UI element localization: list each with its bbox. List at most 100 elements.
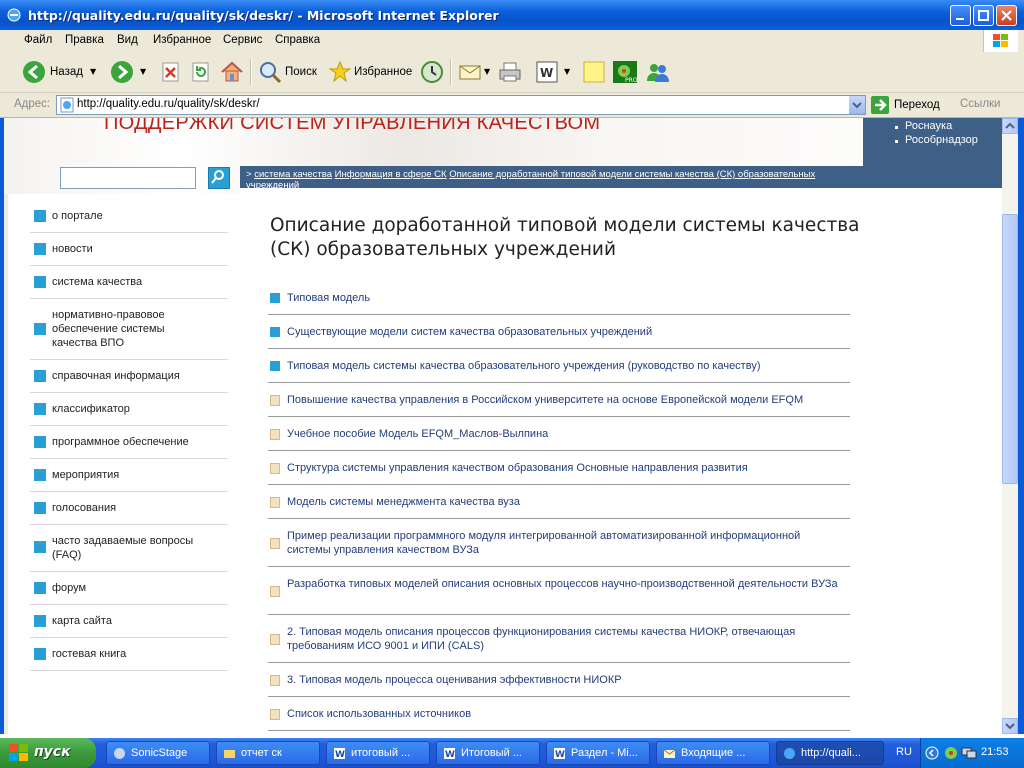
maximize-button[interactable] [973,5,994,26]
breadcrumb-link-info[interactable]: Информация в сфере СК [335,169,447,180]
svg-text:W: W [540,66,553,80]
document-icon [270,709,280,720]
list-item[interactable]: Список использованных источников [268,704,850,731]
edit-dropdown-icon[interactable]: ▼ [564,67,570,76]
list-item-label: Пример реализации программного модуля ин… [287,530,801,556]
back-button[interactable]: Назад ▼ [22,58,100,86]
svg-text:W: W [555,750,565,760]
back-dropdown-icon[interactable]: ▼ [90,67,96,76]
sidebar-item-software[interactable]: программное обеспечение [30,430,228,459]
breadcrumb-prefix: > [246,169,252,180]
print-button[interactable] [498,58,522,86]
sidebar-item-forum[interactable]: форум [30,576,228,605]
refresh-button[interactable] [190,58,212,86]
document-icon [270,395,280,406]
stop-icon [162,62,179,82]
sidebar-item-reference[interactable]: справочная информация [30,364,228,393]
task-folder[interactable]: отчет ск [216,741,320,765]
scroll-up-button[interactable] [1002,118,1018,134]
home-button[interactable] [220,58,244,86]
favorites-button[interactable]: Избранное [328,58,412,86]
stop-button[interactable] [160,58,182,86]
task-word-2[interactable]: W Итоговый ... [436,741,540,765]
task-word-3[interactable]: W Раздел - Mi... [546,741,650,765]
list-item[interactable]: 2. Типовая модель описания процессов фун… [268,622,850,663]
menu-favorites[interactable]: Избранное [153,34,211,46]
list-item[interactable]: 3. Типовая модель процесса оценивания эф… [268,670,850,697]
list-item[interactable]: Разработка типовых моделей описания осно… [268,574,850,615]
list-item[interactable]: Модель системы менеджмента качества вуза [268,492,850,519]
mail-button[interactable]: ▼ [458,58,492,86]
windows-logo-icon [983,30,1018,52]
task-sonicstage[interactable]: SonicStage [106,741,210,765]
language-indicator[interactable]: RU [896,746,912,758]
menu-view[interactable]: Вид [117,34,138,46]
history-button[interactable] [420,58,444,86]
breadcrumb-link-current[interactable]: Описание доработанной типовой модели сис… [449,169,815,180]
chevron-right-icon [34,648,46,660]
search-label: Поиск [285,66,317,78]
sidebar-item-about[interactable]: о портале [30,204,228,233]
minimize-button[interactable] [950,5,971,26]
sidebar-item-label: часто задаваемые вопросы (FAQ) [52,535,194,561]
printer-icon [499,62,521,82]
edit-word-button[interactable]: W ▼ [536,58,574,86]
tray-expand-icon[interactable] [925,746,939,760]
sidebar-item-quality-system[interactable]: система качества [30,270,228,299]
sidebar-item-legal[interactable]: нормативно-правовое обеспечение системы … [30,303,228,360]
list-item[interactable]: Типовая модель [268,288,850,315]
list-item[interactable]: Учебное пособие Модель EFQM_Маслов-Вылпи… [268,424,850,451]
menu-help[interactable]: Справка [275,34,320,46]
links-toolbar[interactable]: Ссылки [960,98,1001,110]
folder-arrow-icon [270,327,280,337]
forward-dropdown-icon[interactable]: ▼ [140,67,146,76]
task-label: отчет ск [241,747,282,759]
site-search-input[interactable] [60,167,196,189]
address-dropdown-button[interactable] [849,96,865,114]
svg-text:W: W [445,750,455,760]
chevron-right-icon [34,436,46,448]
task-ie-active[interactable]: http://quali... [776,741,884,765]
menu-tools[interactable]: Сервис [223,34,262,46]
icq-button[interactable]: PRO [612,58,638,86]
address-input[interactable]: http://quality.edu.ru/quality/sk/deskr/ [56,95,866,115]
sidebar-item-label: карта сайта [52,615,112,627]
scroll-thumb[interactable] [1002,214,1018,484]
link-rosobrnadzor[interactable]: Рособрнадзор [905,134,978,146]
sidebar-item-classifier[interactable]: классификатор [30,397,228,426]
start-button[interactable]: пуск [0,738,96,768]
messenger-button[interactable] [645,58,671,86]
sidebar-item-faq[interactable]: часто задаваемые вопросы (FAQ) [30,529,228,572]
list-item-label: Существующие модели систем качества обра… [287,326,653,338]
list-item[interactable]: Повышение качества управления в Российск… [268,390,850,417]
list-item[interactable]: Структура системы управления качеством о… [268,458,850,485]
menu-edit[interactable]: Правка [65,34,104,46]
search-button[interactable]: Поиск [258,58,322,86]
close-button[interactable] [996,5,1017,26]
icq-tray-icon[interactable] [943,745,959,761]
breadcrumb: > система качества Информация в сфере СК… [240,166,1002,191]
vertical-scrollbar[interactable] [1002,118,1018,734]
sidebar-item-events[interactable]: мероприятия [30,463,228,492]
sidebar-item-news[interactable]: новости [30,237,228,266]
task-word-1[interactable]: W итоговый ... [326,741,430,765]
back-label: Назад [50,66,83,78]
site-search-button[interactable] [208,167,230,189]
menu-file[interactable]: Файл [24,34,52,46]
network-tray-icon[interactable] [961,745,977,761]
sidebar-item-guestbook[interactable]: гостевая книга [30,642,228,671]
task-inbox[interactable]: Входящие ... [656,741,770,765]
chevron-right-icon [34,323,46,335]
sidebar-item-sitemap[interactable]: карта сайта [30,609,228,638]
link-rosnauka[interactable]: Роснаука [905,120,952,132]
list-item[interactable]: Типовая модель системы качества образова… [268,356,850,383]
breadcrumb-link-quality-system[interactable]: система качества [254,169,332,180]
list-item[interactable]: Существующие модели систем качества обра… [268,322,850,349]
word-doc-icon: W [444,748,455,760]
mail-dropdown-icon[interactable]: ▼ [484,67,490,76]
list-item[interactable]: Пример реализации программного модуля ин… [268,526,850,567]
notes-button[interactable] [582,58,606,86]
forward-button[interactable]: ▼ [110,58,150,86]
sidebar-item-votes[interactable]: голосования [30,496,228,525]
scroll-down-button[interactable] [1002,718,1018,734]
